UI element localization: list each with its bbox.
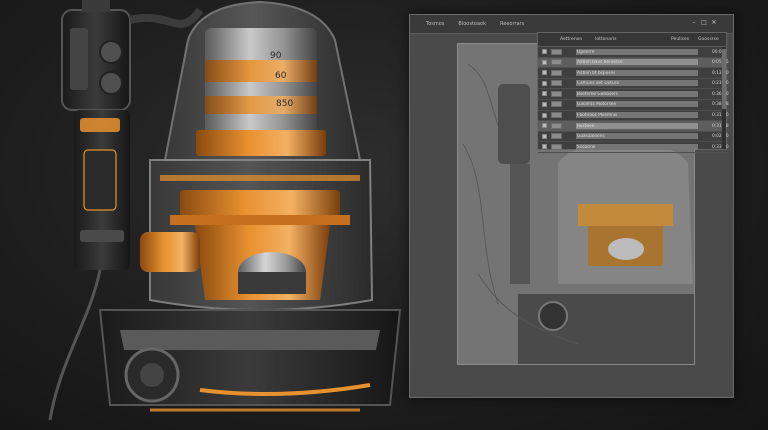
layer-thumbnail <box>551 48 562 55</box>
layers-header: Aettrenon Iottonaris Peulises Goossrse <box>538 33 726 47</box>
layer-name: Aatlon bavs beroetse <box>577 60 623 66</box>
layer-name: Guasaaloons <box>577 134 605 140</box>
layer-thumbnail <box>551 133 562 140</box>
app-window: Tosmos Bloostoaok Reeorrars – □ ✕ Aettre… <box>409 14 734 398</box>
layers-panel: Aettrenon Iottonaris Peulises Goossrse O… <box>537 32 729 153</box>
visibility-checkbox[interactable] <box>542 123 547 129</box>
column-header-name[interactable]: Aettrenon <box>560 37 582 42</box>
layer-row[interactable]: Rustoee 0:31:58 <box>538 121 729 132</box>
layer-name: Fbotiroos Plosmnis <box>577 113 618 119</box>
layer-thumbnail <box>551 90 562 97</box>
layer-thumbnail <box>551 59 562 66</box>
layer-thumbnail <box>551 101 562 108</box>
layer-thumbnail <box>551 69 562 76</box>
visibility-checkbox[interactable] <box>542 59 547 65</box>
layer-thumbnail <box>551 112 562 119</box>
layer-thumbnail <box>551 143 562 150</box>
maximize-icon[interactable]: □ <box>701 20 707 26</box>
layer-name: Bsetnme Gotibsers <box>577 91 618 97</box>
layer-time: 0:33:20 <box>712 144 729 150</box>
layer-name: Rustoee <box>577 123 595 129</box>
layer-time: 0:38:58 <box>712 102 729 108</box>
menu-item-edit[interactable]: Bloostoaok <box>458 21 486 27</box>
visibility-checkbox[interactable] <box>542 112 547 118</box>
layer-name: Opeerre <box>577 49 595 55</box>
layer-time: 0:36:00 <box>712 91 729 97</box>
layer-row[interactable]: Opeerre 00:00 <box>538 47 726 58</box>
layer-time: 0:23:40 <box>712 81 729 87</box>
scrollbar-thumb[interactable] <box>722 49 726 109</box>
layer-time: 0:13:40 <box>712 70 729 76</box>
visibility-checkbox[interactable] <box>542 101 547 107</box>
layer-name: Ssoaorw <box>577 144 596 150</box>
layer-name: Aatlon bt bsposes <box>577 70 616 76</box>
layer-row[interactable]: Aatlon bt bsposes 0:13:40 <box>538 68 729 79</box>
layer-row[interactable]: Gaolmts Motorsee 0:38:58 <box>538 100 729 111</box>
layer-row[interactable]: Guasaaloons 0:02:00 <box>538 132 729 143</box>
layer-time: 0:31:50 <box>712 113 729 119</box>
visibility-checkbox[interactable] <box>542 144 547 150</box>
layer-time: 0:02:00 <box>712 134 729 140</box>
lid-number-3: 850 <box>276 99 293 109</box>
layer-thumbnail <box>551 80 562 87</box>
layer-name: Caftiuns aet Dotuss <box>577 81 620 87</box>
layer-list: Opeerre 00:00 Aatlon bavs beroetse 0:05:45 A… <box>538 47 729 153</box>
layer-row[interactable]: Bsetnme Gotibsers 0:36:00 <box>538 89 729 100</box>
layer-row[interactable]: Ssoaorw 0:33:20 <box>538 142 729 153</box>
visibility-checkbox[interactable] <box>542 70 547 76</box>
visibility-checkbox[interactable] <box>542 133 547 139</box>
layer-thumbnail <box>551 122 562 129</box>
window-controls: – □ ✕ <box>691 20 717 26</box>
menu-item-view[interactable]: Reeorrars <box>500 21 524 27</box>
column-header-time[interactable]: Goossrse <box>698 37 719 42</box>
minimize-icon[interactable]: – <box>691 20 697 26</box>
layer-row[interactable]: Aatlon bavs beroetse 0:05:45 <box>538 57 729 69</box>
layer-time: 0:31:58 <box>712 123 729 129</box>
column-header-type[interactable]: Iottonaris <box>595 37 616 42</box>
layer-name: Gaolmts Motorsee <box>577 102 617 108</box>
layer-row[interactable]: Fbotiroos Plosmnis 0:31:50 <box>538 111 729 122</box>
visibility-checkbox[interactable] <box>542 49 547 54</box>
lid-number-2: 60 <box>275 71 287 81</box>
close-icon[interactable]: ✕ <box>711 20 717 26</box>
column-header-status[interactable]: Peulises <box>671 37 689 42</box>
visibility-checkbox[interactable] <box>542 91 547 97</box>
layers-scrollbar[interactable] <box>722 47 726 149</box>
visibility-checkbox[interactable] <box>542 80 547 86</box>
lid-number-1: 90 <box>270 51 282 61</box>
layer-row[interactable]: Caftiuns aet Dotuss 0:23:40 <box>538 79 729 90</box>
menu-item-file[interactable]: Tosmos <box>426 21 444 27</box>
layer-time: 0:05:45 <box>712 60 729 66</box>
